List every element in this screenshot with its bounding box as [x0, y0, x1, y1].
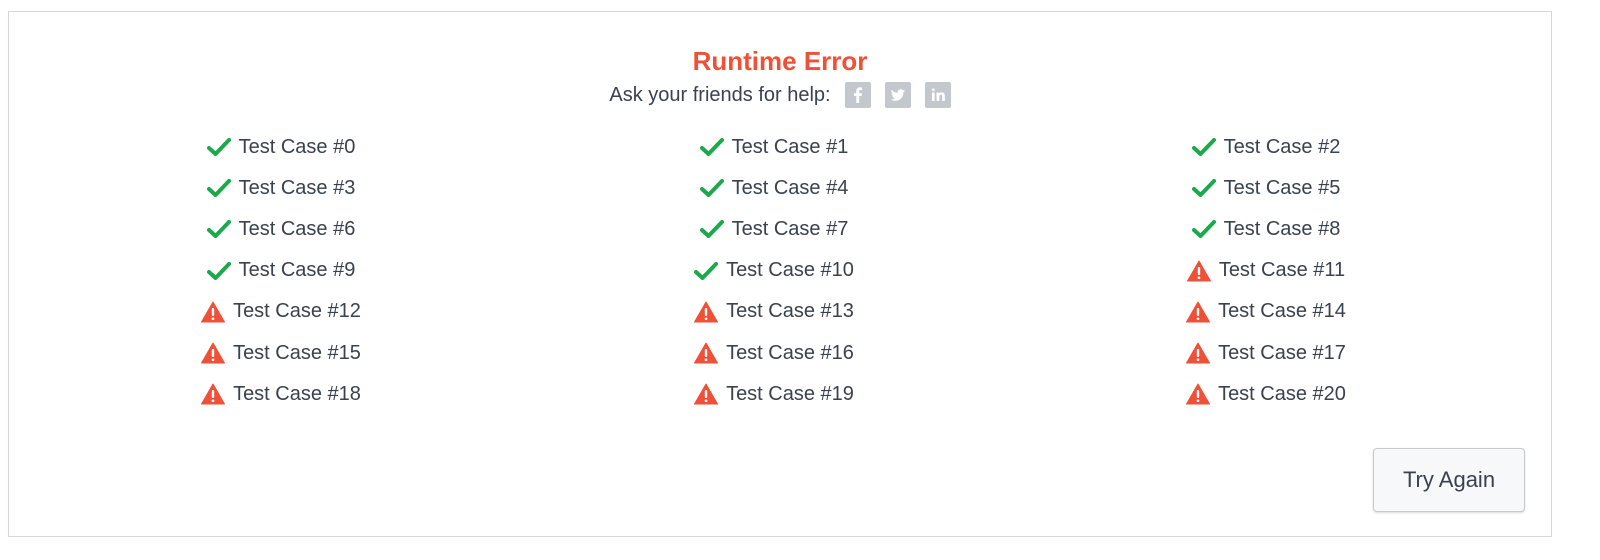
- check-icon: [206, 136, 231, 158]
- warning-icon: [1186, 383, 1211, 405]
- warning-icon: [201, 383, 226, 405]
- test-case-label: Test Case #19: [726, 382, 854, 405]
- warning-icon: [201, 301, 226, 323]
- test-case-item[interactable]: Test Case #1: [699, 132, 849, 162]
- test-case-item[interactable]: Test Case #7: [699, 214, 849, 244]
- test-case-label: Test Case #5: [1223, 176, 1341, 199]
- check-icon: [206, 218, 231, 240]
- test-case-label: Test Case #0: [238, 135, 356, 158]
- warning-icon: [1186, 301, 1211, 323]
- warning-icon: [694, 383, 719, 405]
- test-case-item[interactable]: Test Case #11: [1186, 256, 1346, 286]
- test-case-label: Test Case #1: [731, 135, 849, 158]
- test-case-label: Test Case #18: [233, 382, 361, 405]
- test-case-item[interactable]: Test Case #14: [1186, 297, 1346, 327]
- check-icon: [699, 177, 724, 199]
- test-case-label: Test Case #13: [726, 300, 854, 323]
- try-again-button[interactable]: Try Again: [1373, 448, 1525, 512]
- test-case-item[interactable]: Test Case #3: [206, 173, 356, 203]
- check-icon: [699, 136, 724, 158]
- test-case-label: Test Case #9: [238, 259, 356, 282]
- test-case-item[interactable]: Test Case #2: [1191, 132, 1341, 162]
- check-icon: [694, 260, 719, 282]
- test-case-item[interactable]: Test Case #18: [201, 379, 361, 409]
- check-icon: [699, 218, 724, 240]
- share-label: Ask your friends for help:: [609, 83, 831, 106]
- linkedin-icon[interactable]: [924, 82, 951, 108]
- test-case-label: Test Case #2: [1223, 135, 1341, 158]
- check-icon: [1191, 218, 1216, 240]
- test-case-item[interactable]: Test Case #19: [694, 379, 854, 409]
- warning-icon: [1186, 342, 1211, 364]
- test-case-label: Test Case #20: [1218, 382, 1346, 405]
- test-case-item[interactable]: Test Case #15: [201, 338, 361, 368]
- result-title: Runtime Error: [692, 46, 868, 76]
- test-case-item[interactable]: Test Case #16: [694, 338, 854, 368]
- test-case-label: Test Case #15: [233, 341, 361, 364]
- facebook-icon[interactable]: [844, 82, 871, 108]
- test-case-item[interactable]: Test Case #12: [201, 297, 361, 327]
- warning-icon: [694, 301, 719, 323]
- test-case-label: Test Case #4: [731, 176, 849, 199]
- test-case-label: Test Case #7: [731, 217, 849, 240]
- test-case-item[interactable]: Test Case #0: [206, 132, 356, 162]
- test-case-label: Test Case #10: [726, 259, 854, 282]
- test-case-item[interactable]: Test Case #9: [206, 256, 356, 286]
- warning-icon: [694, 342, 719, 364]
- test-case-label: Test Case #17: [1218, 341, 1346, 364]
- test-case-item[interactable]: Test Case #10: [694, 256, 854, 286]
- test-case-item[interactable]: Test Case #13: [694, 297, 854, 327]
- test-case-item[interactable]: Test Case #4: [699, 173, 849, 203]
- test-case-label: Test Case #12: [233, 300, 361, 323]
- warning-icon: [201, 342, 226, 364]
- check-icon: [1191, 136, 1216, 158]
- warning-icon: [1186, 260, 1211, 282]
- test-case-label: Test Case #6: [238, 217, 356, 240]
- test-case-item[interactable]: Test Case #20: [1186, 379, 1346, 409]
- twitter-icon[interactable]: [884, 82, 911, 108]
- test-case-label: Test Case #11: [1218, 259, 1346, 282]
- test-case-label: Test Case #8: [1223, 217, 1341, 240]
- check-icon: [206, 260, 231, 282]
- test-case-item[interactable]: Test Case #17: [1186, 338, 1346, 368]
- check-icon: [206, 177, 231, 199]
- result-panel: Runtime Error Ask your friends for help:…: [8, 11, 1552, 537]
- test-case-label: Test Case #14: [1218, 300, 1346, 323]
- test-case-label: Test Case #3: [238, 176, 356, 199]
- test-case-item[interactable]: Test Case #5: [1191, 173, 1341, 203]
- test-case-label: Test Case #16: [726, 341, 854, 364]
- test-case-item[interactable]: Test Case #8: [1191, 214, 1341, 244]
- test-case-item[interactable]: Test Case #6: [206, 214, 356, 244]
- check-icon: [1191, 177, 1216, 199]
- share-row: Ask your friends for help:: [9, 82, 1551, 108]
